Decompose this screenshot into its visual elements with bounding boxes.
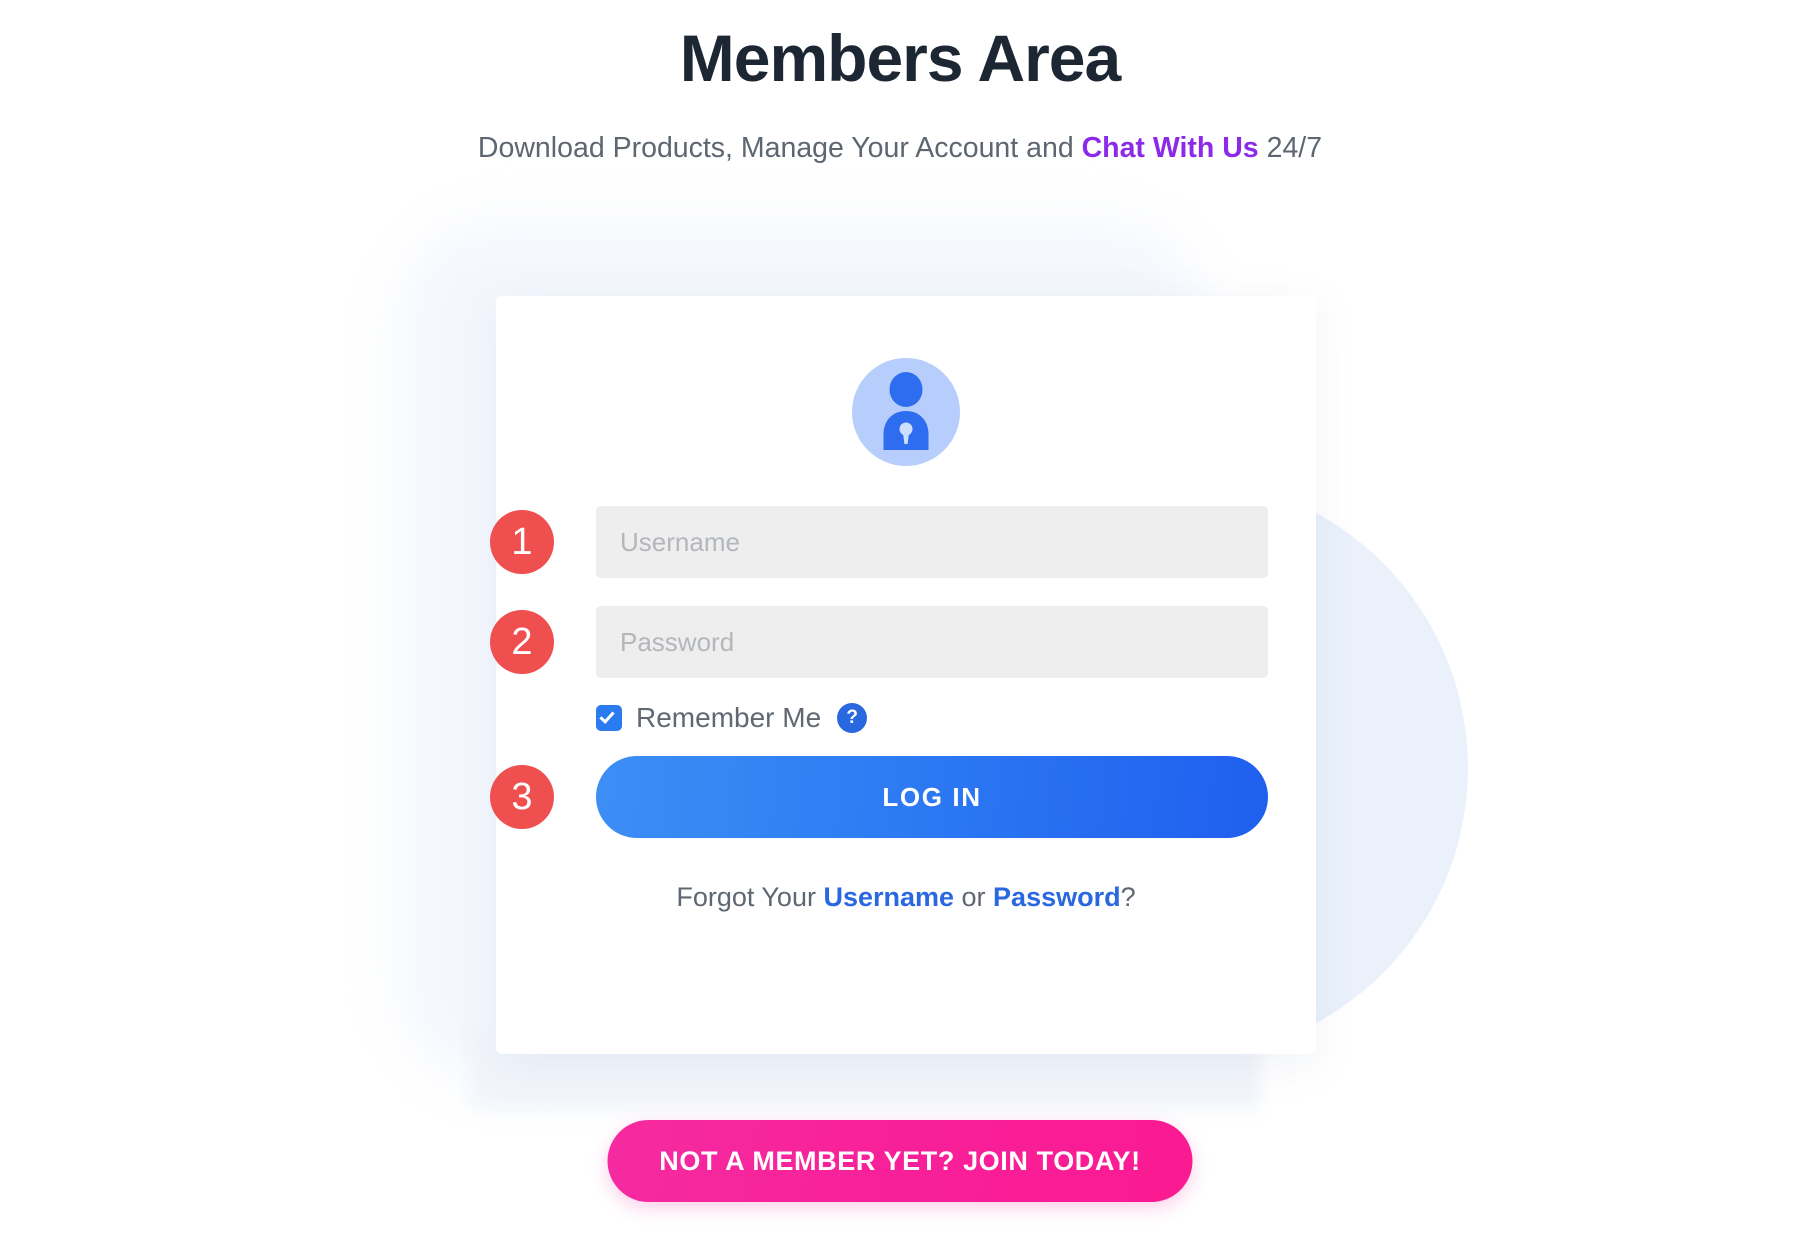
password-field-row: 2 — [490, 606, 1268, 678]
forgot-separator-text: or — [954, 882, 994, 912]
page-title: Members Area — [679, 21, 1121, 95]
step-badge-3: 3 — [490, 765, 554, 829]
chat-with-us-link[interactable]: Chat With Us — [1082, 132, 1259, 164]
remember-me-label: Remember Me — [636, 702, 822, 733]
subtitle-text-after: 24/7 — [1258, 131, 1323, 164]
members-area-login-page: Members Area Download Products, Manage Y… — [0, 0, 1800, 1260]
forgot-username-link[interactable]: Username — [823, 882, 954, 912]
forgot-prefix-text: Forgot Your — [676, 882, 824, 912]
login-card: 1 2 Remember Me ? 3 LOG IN — [490, 296, 1316, 1054]
login-form: 1 2 Remember Me ? 3 LOG IN — [490, 506, 1316, 913]
subtitle-text-before: Download Products, Manage Your Account a… — [477, 131, 1082, 164]
remember-me-checkbox[interactable] — [596, 705, 622, 731]
page-subtitle: Download Products, Manage Your Account a… — [0, 129, 1800, 169]
password-input[interactable] — [596, 606, 1268, 678]
forgot-suffix-text: ? — [1120, 882, 1136, 912]
user-lock-icon — [852, 358, 960, 466]
join-today-button[interactable]: NOT A MEMBER YET? JOIN TODAY! — [607, 1120, 1193, 1202]
step-badge-1: 1 — [490, 510, 554, 574]
forgot-credentials-line: Forgot Your Username or Password? — [496, 882, 1316, 913]
username-field-row: 1 — [490, 506, 1268, 578]
help-question-icon[interactable]: ? — [837, 703, 868, 733]
step-badge-2: 2 — [490, 610, 554, 674]
log-in-button[interactable]: LOG IN — [596, 756, 1268, 838]
checkmark-icon — [599, 708, 615, 724]
page-header: Members Area Download Products, Manage Y… — [0, 0, 1800, 168]
login-button-row: 3 LOG IN — [490, 756, 1268, 838]
forgot-password-link[interactable]: Password — [993, 882, 1121, 912]
username-input[interactable] — [596, 506, 1268, 578]
remember-me-row: Remember Me ? — [596, 698, 1268, 738]
